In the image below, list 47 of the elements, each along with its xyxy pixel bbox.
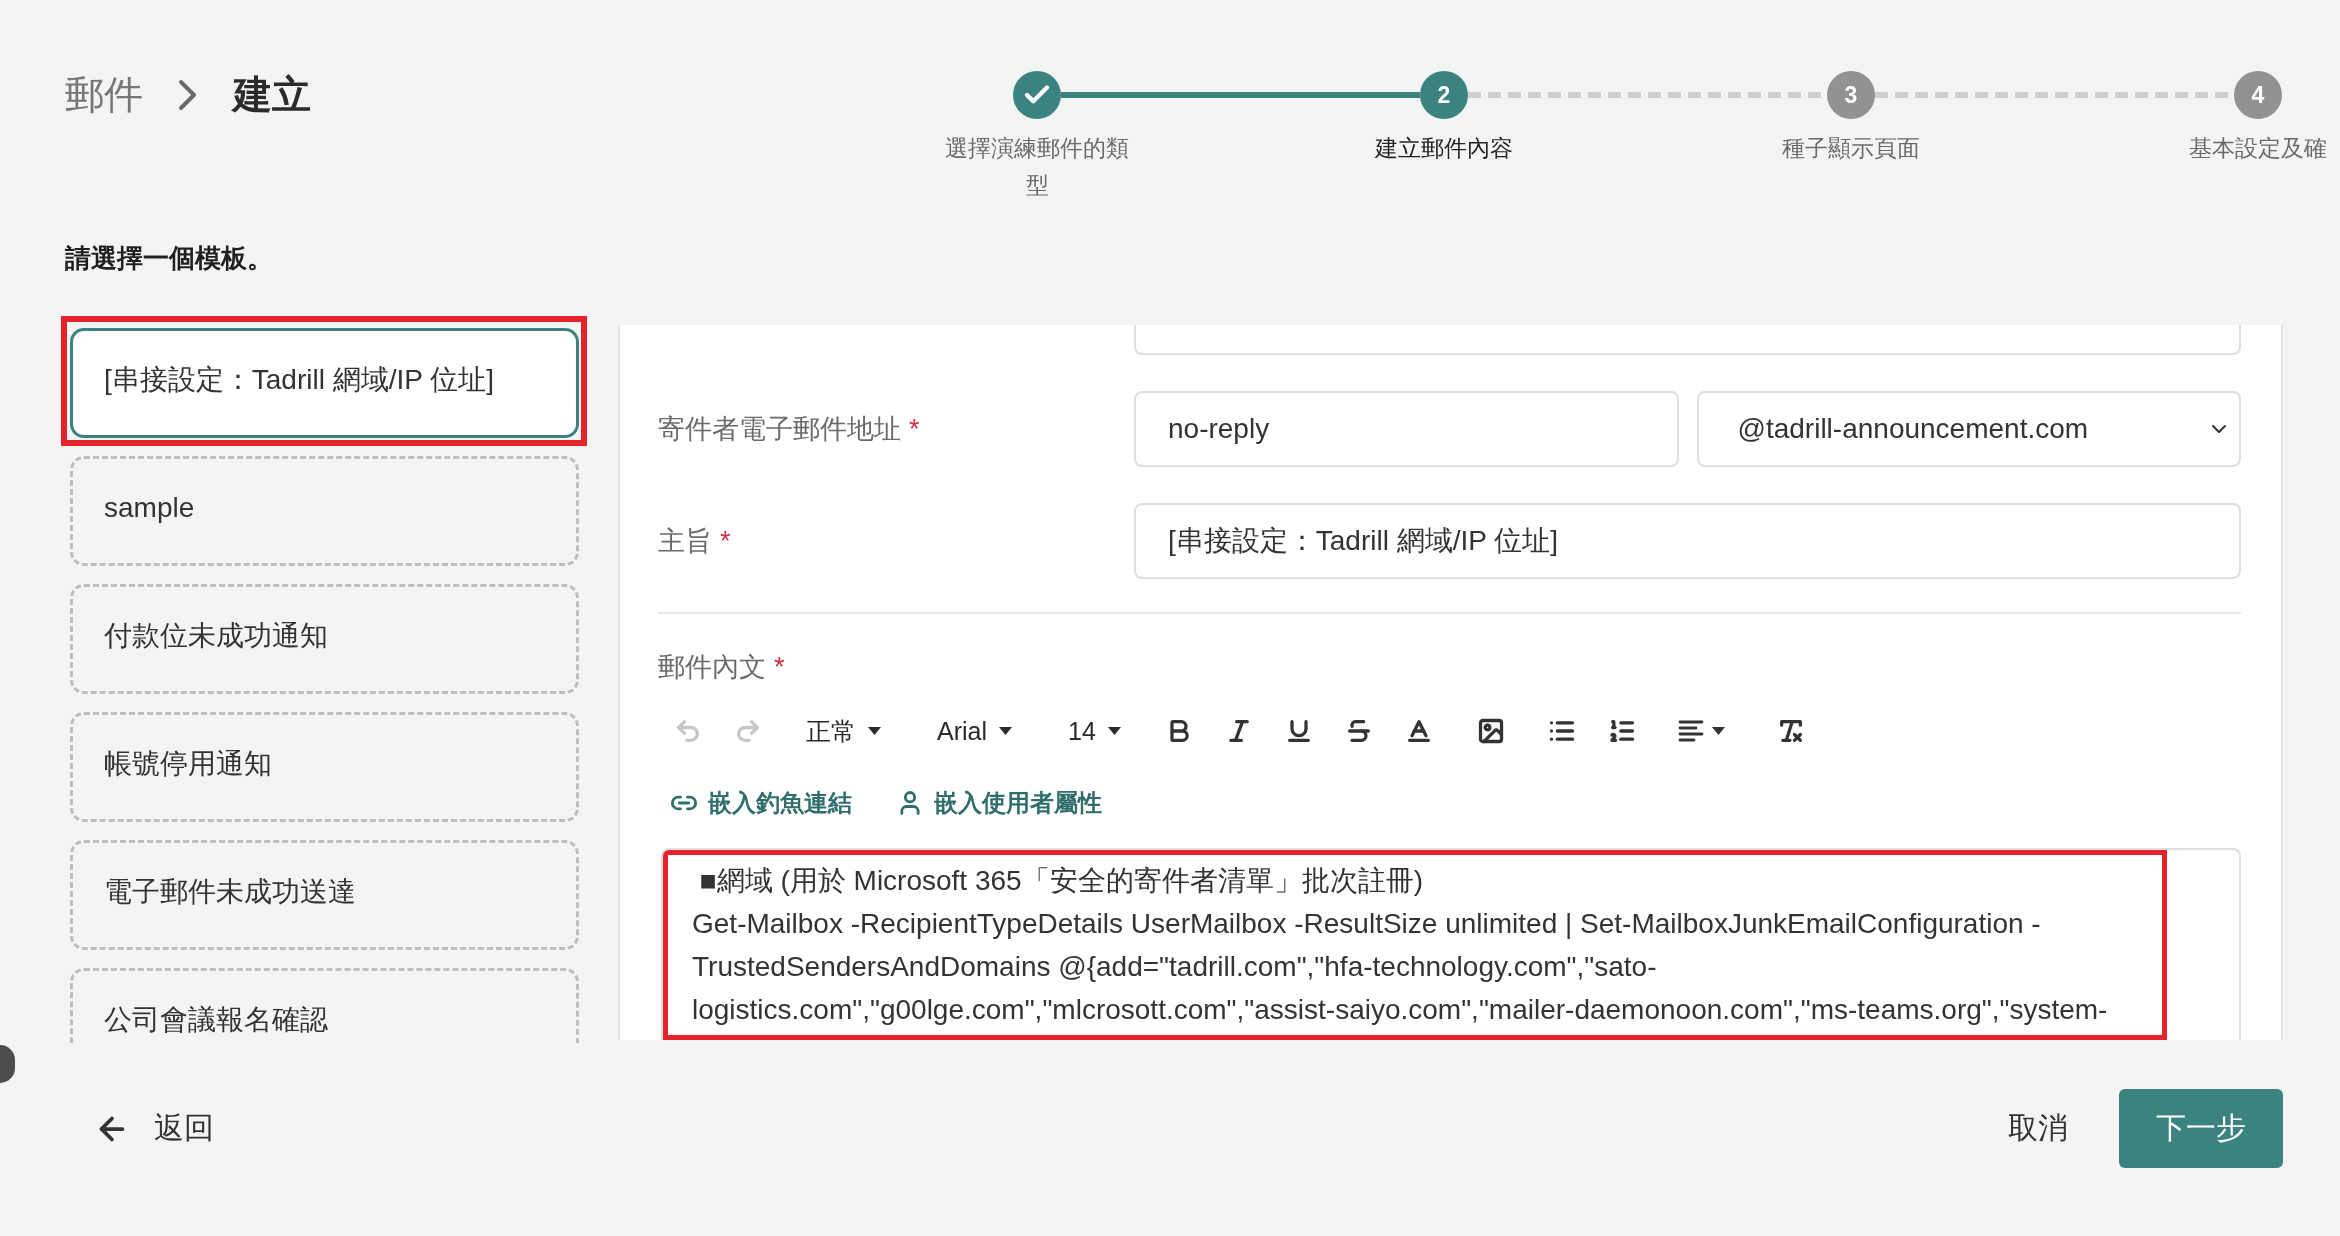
step-label: 種子顯示頁面 xyxy=(1782,134,1920,163)
back-link[interactable]: 返回 xyxy=(94,1108,214,1149)
template-card[interactable]: 公司會議報名確認 xyxy=(70,968,579,1043)
instruction-text: 請選擇一個模板。 xyxy=(65,242,273,275)
image-icon xyxy=(1476,717,1505,745)
template-card[interactable]: 帳號停用通知 xyxy=(70,712,579,822)
caret-down-icon xyxy=(999,727,1012,735)
dropdown-select[interactable]: 正常 xyxy=(778,706,909,756)
insert-link[interactable]: 嵌入使用者屬性 xyxy=(896,787,1102,819)
field-label: 寄件者電子郵件地址 xyxy=(658,413,901,446)
chevron-right-icon xyxy=(177,78,199,112)
step-number: 3 xyxy=(1827,71,1875,119)
required-mark: * xyxy=(774,651,785,684)
step-label: 基本設定及確 xyxy=(2189,134,2327,163)
body-paragraph: Get-Mailbox -RecipientTypeDetails UserMailbox -ResultSize unlimited | Set-MailboxJunkEmailConfiguration -TrustedSendersAndDomains @{add="tadrill.com","hfa-technology.com","sato-logistics.com","g00lge.com","mlcrosott.com","assist-saiyo.com","mailer-daemonoon.com","ms-teams.org","system- xyxy=(692,907,2109,1027)
required-mark: * xyxy=(909,413,920,446)
sender-domain-select[interactable]: @tadrill-announcement.com xyxy=(1696,391,2241,467)
insert-link[interactable]: 嵌入釣魚連結 xyxy=(670,787,852,819)
field-label: 主旨 xyxy=(658,525,712,558)
field-label: 郵件內文 xyxy=(658,651,766,684)
step-label: 建立郵件內容 xyxy=(1375,134,1513,163)
caret-down-icon xyxy=(868,727,881,735)
undo-icon xyxy=(674,717,702,745)
breadcrumb-current: 建立 xyxy=(233,72,311,118)
dropdown-select[interactable]: Arial xyxy=(909,706,1040,756)
step-number: 2 xyxy=(1420,71,1468,119)
body-paragraph: ■網域 (用於 Microsoft 365「安全的寄件者清單」批次註冊) xyxy=(698,864,1424,898)
side-tab-icon[interactable] xyxy=(0,1045,15,1083)
template-card[interactable]: 付款位未成功通知 xyxy=(70,584,579,694)
sender-local-part-field[interactable]: no-reply xyxy=(1134,391,1679,467)
template-card[interactable]: sample xyxy=(70,456,579,566)
subject-field[interactable]: [串接設定：Tadrill 網域/IP 位址] xyxy=(1134,503,2241,579)
template-card[interactable]: 電子郵件未成功送達 xyxy=(70,840,579,950)
cancel-button[interactable]: 取消 xyxy=(2008,1108,2068,1149)
redo-icon xyxy=(734,717,762,745)
next-button[interactable]: 下一步 xyxy=(2119,1089,2283,1168)
sender-name-field[interactable] xyxy=(1134,325,2241,355)
required-mark: * xyxy=(720,525,731,558)
breadcrumb-link[interactable]: 郵件 xyxy=(65,71,143,119)
numbered-list-icon xyxy=(1607,717,1636,745)
step-number: 4 xyxy=(2234,71,2282,119)
caret-down-icon xyxy=(1107,727,1121,735)
template-card[interactable]: [串接設定：Tadrill 網域/IP 位址] xyxy=(70,328,579,438)
caret-down-icon xyxy=(1712,727,1726,735)
dropdown-select[interactable]: 14 xyxy=(1040,706,1149,756)
align-left-icon xyxy=(1678,720,1705,742)
step-label: 選擇演練郵件的類型 xyxy=(944,134,1130,200)
